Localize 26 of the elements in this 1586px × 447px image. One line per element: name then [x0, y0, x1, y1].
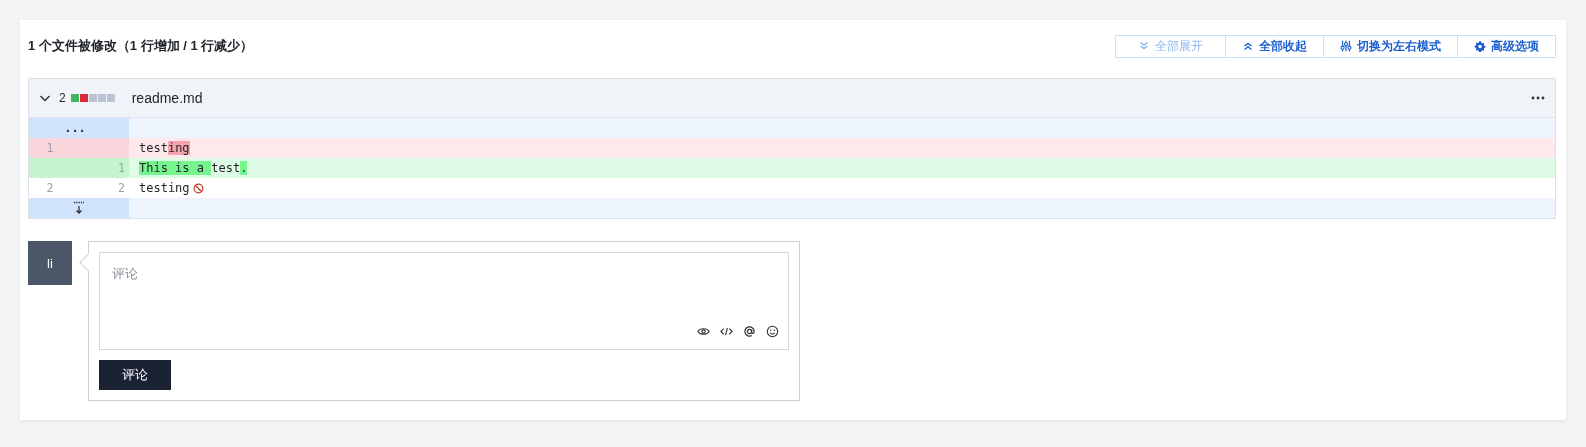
eye-icon[interactable] — [697, 325, 710, 338]
expand-down-icon[interactable] — [73, 201, 85, 215]
line-number: 2 — [45, 180, 55, 197]
more-icon[interactable] — [1531, 96, 1545, 100]
file-name: readme.md — [131, 90, 204, 106]
sliders-icon — [1340, 40, 1352, 52]
toolbar-button[interactable]: 高级选项 — [1457, 34, 1556, 58]
double-chevron-up-icon — [1242, 40, 1254, 52]
code-icon[interactable] — [720, 325, 733, 338]
toolbar-button[interactable]: 全部收起 — [1225, 34, 1324, 58]
change-count: 2 — [59, 91, 66, 105]
code-line: testing — [139, 141, 190, 155]
emoji-icon[interactable] — [766, 325, 779, 338]
change-summary: 1 个文件被修改（1 行增加 / 1 行减少） — [28, 37, 254, 55]
avatar: li — [28, 241, 72, 285]
code-line: This is a test. — [139, 161, 248, 175]
mention-icon[interactable] — [743, 325, 756, 338]
comment-button[interactable]: 评论 — [99, 360, 171, 390]
line-number: 1 — [117, 160, 126, 177]
line-number: 1 — [45, 140, 55, 157]
comment-field[interactable]: 评论 — [99, 252, 789, 350]
settings-icon — [1474, 40, 1486, 52]
double-chevron-down-icon — [1138, 40, 1150, 52]
code-line: testing — [139, 181, 190, 195]
toolbar-button[interactable]: 切换为左右模式 — [1323, 34, 1458, 58]
line-number: 2 — [117, 180, 126, 197]
